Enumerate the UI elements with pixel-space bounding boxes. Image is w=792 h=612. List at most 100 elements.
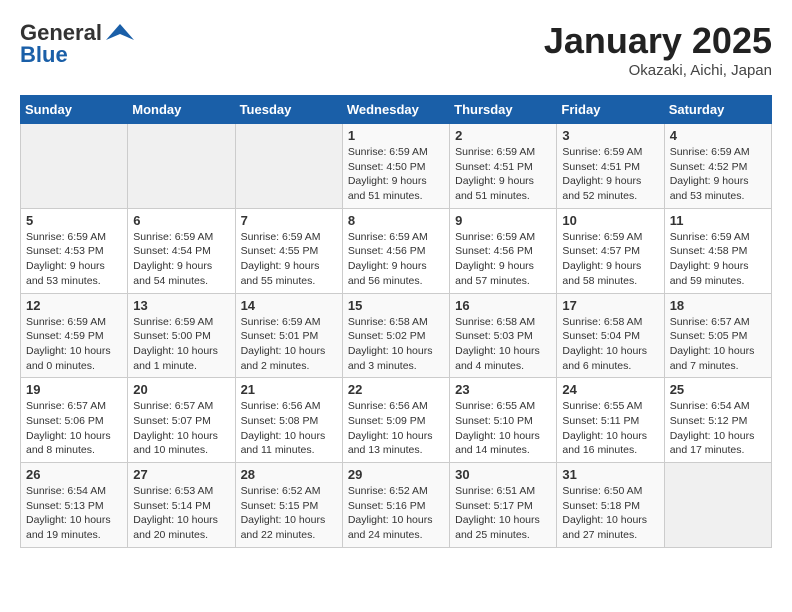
day-number: 31 xyxy=(562,467,658,482)
calendar-cell: 13 Sunrise: 6:59 AM Sunset: 5:00 PM Dayli… xyxy=(128,293,235,378)
day-number: 7 xyxy=(241,213,337,228)
day-number: 18 xyxy=(670,298,766,313)
day-number: 11 xyxy=(670,213,766,228)
week-row-4: 19Sunrise: 6:57 AM Sunset: 5:06 PM Dayli… xyxy=(21,378,772,463)
calendar-cell: 7 Sunrise: 6:59 AM Sunset: 4:55 PM Daylig… xyxy=(235,208,342,293)
calendar-cell: 6 Sunrise: 6:59 AM Sunset: 4:54 PM Daylig… xyxy=(128,208,235,293)
week-row-3: 12Sunrise: 6:59 AM Sunset: 4:59 PM Dayli… xyxy=(21,293,772,378)
day-number: 3 xyxy=(562,128,658,143)
calendar-cell xyxy=(128,124,235,209)
calendar-cell xyxy=(664,463,771,548)
calendar-cell: 28 Sunrise: 6:52 AM Sunset: 5:15 PM Dayli… xyxy=(235,463,342,548)
day-number: 15 xyxy=(348,298,444,313)
calendar-cell: 30Sunrise: 6:51 AM Sunset: 5:17 PM Dayli… xyxy=(450,463,557,548)
day-number: 26 xyxy=(26,467,122,482)
day-number: 30 xyxy=(455,467,551,482)
day-info: Sunrise: 6:59 AM Sunset: 4:55 PM Dayligh… xyxy=(241,230,337,289)
title-area: January 2025 Okazaki, Aichi, Japan xyxy=(544,20,772,79)
calendar-cell: 24 Sunrise: 6:55 AM Sunset: 5:11 PM Dayli… xyxy=(557,378,664,463)
day-info: Sunrise: 6:59 AM Sunset: 5:00 PM Dayligh… xyxy=(133,315,229,374)
week-row-5: 26 Sunrise: 6:54 AM Sunset: 5:13 PM Dayli… xyxy=(21,463,772,548)
calendar-cell xyxy=(235,124,342,209)
day-number: 6 xyxy=(133,213,229,228)
week-row-1: 1 Sunrise: 6:59 AM Sunset: 4:50 PM Daylig… xyxy=(21,124,772,209)
day-info: Sunrise: 6:59 AM Sunset: 4:57 PM Dayligh… xyxy=(562,230,658,289)
calendar-cell: 3 Sunrise: 6:59 AM Sunset: 4:51 PM Daylig… xyxy=(557,124,664,209)
day-number: 14 xyxy=(241,298,337,313)
calendar-cell: 1 Sunrise: 6:59 AM Sunset: 4:50 PM Daylig… xyxy=(342,124,449,209)
day-number: 4 xyxy=(670,128,766,143)
day-info: Sunrise: 6:57 AM Sunset: 5:07 PM Dayligh… xyxy=(133,399,229,458)
header-day-sunday: Sunday xyxy=(21,96,128,124)
calendar-cell: 27 Sunrise: 6:53 AM Sunset: 5:14 PM Dayli… xyxy=(128,463,235,548)
calendar-cell: 12Sunrise: 6:59 AM Sunset: 4:59 PM Dayli… xyxy=(21,293,128,378)
calendar-table: SundayMondayTuesdayWednesdayThursdayFrid… xyxy=(20,95,772,548)
calendar-cell: 9 Sunrise: 6:59 AM Sunset: 4:56 PM Daylig… xyxy=(450,208,557,293)
calendar-cell: 25Sunrise: 6:54 AM Sunset: 5:12 PM Dayli… xyxy=(664,378,771,463)
calendar-cell: 16 Sunrise: 6:58 AM Sunset: 5:03 PM Dayli… xyxy=(450,293,557,378)
day-number: 9 xyxy=(455,213,551,228)
day-info: Sunrise: 6:59 AM Sunset: 4:54 PM Dayligh… xyxy=(133,230,229,289)
day-number: 19 xyxy=(26,382,122,397)
calendar-cell: 26 Sunrise: 6:54 AM Sunset: 5:13 PM Dayli… xyxy=(21,463,128,548)
logo-bird-icon xyxy=(104,22,136,44)
page-header: General Blue January 2025 Okazaki, Aichi… xyxy=(20,20,772,79)
day-number: 27 xyxy=(133,467,229,482)
week-row-2: 5 Sunrise: 6:59 AM Sunset: 4:53 PM Daylig… xyxy=(21,208,772,293)
calendar-cell: 29 Sunrise: 6:52 AM Sunset: 5:16 PM Dayli… xyxy=(342,463,449,548)
day-number: 21 xyxy=(241,382,337,397)
day-number: 24 xyxy=(562,382,658,397)
day-info: Sunrise: 6:56 AM Sunset: 5:08 PM Dayligh… xyxy=(241,399,337,458)
day-info: Sunrise: 6:59 AM Sunset: 4:56 PM Dayligh… xyxy=(455,230,551,289)
day-number: 5 xyxy=(26,213,122,228)
calendar-cell: 10Sunrise: 6:59 AM Sunset: 4:57 PM Dayli… xyxy=(557,208,664,293)
day-info: Sunrise: 6:54 AM Sunset: 5:12 PM Dayligh… xyxy=(670,399,766,458)
day-number: 8 xyxy=(348,213,444,228)
day-info: Sunrise: 6:57 AM Sunset: 5:05 PM Dayligh… xyxy=(670,315,766,374)
logo: General Blue xyxy=(20,20,136,68)
calendar-cell: 21 Sunrise: 6:56 AM Sunset: 5:08 PM Dayli… xyxy=(235,378,342,463)
day-number: 13 xyxy=(133,298,229,313)
day-info: Sunrise: 6:59 AM Sunset: 5:01 PM Dayligh… xyxy=(241,315,337,374)
day-info: Sunrise: 6:52 AM Sunset: 5:16 PM Dayligh… xyxy=(348,484,444,543)
header-day-thursday: Thursday xyxy=(450,96,557,124)
day-info: Sunrise: 6:59 AM Sunset: 4:56 PM Dayligh… xyxy=(348,230,444,289)
calendar-cell: 11 Sunrise: 6:59 AM Sunset: 4:58 PM Dayli… xyxy=(664,208,771,293)
header-day-wednesday: Wednesday xyxy=(342,96,449,124)
day-info: Sunrise: 6:59 AM Sunset: 4:53 PM Dayligh… xyxy=(26,230,122,289)
header-day-tuesday: Tuesday xyxy=(235,96,342,124)
day-number: 28 xyxy=(241,467,337,482)
calendar-cell: 19Sunrise: 6:57 AM Sunset: 5:06 PM Dayli… xyxy=(21,378,128,463)
day-number: 2 xyxy=(455,128,551,143)
calendar-cell: 14 Sunrise: 6:59 AM Sunset: 5:01 PM Dayli… xyxy=(235,293,342,378)
day-info: Sunrise: 6:59 AM Sunset: 4:51 PM Dayligh… xyxy=(562,145,658,204)
day-info: Sunrise: 6:52 AM Sunset: 5:15 PM Dayligh… xyxy=(241,484,337,543)
day-info: Sunrise: 6:58 AM Sunset: 5:03 PM Dayligh… xyxy=(455,315,551,374)
day-number: 20 xyxy=(133,382,229,397)
day-info: Sunrise: 6:50 AM Sunset: 5:18 PM Dayligh… xyxy=(562,484,658,543)
day-info: Sunrise: 6:58 AM Sunset: 5:02 PM Dayligh… xyxy=(348,315,444,374)
header-day-friday: Friday xyxy=(557,96,664,124)
day-info: Sunrise: 6:55 AM Sunset: 5:11 PM Dayligh… xyxy=(562,399,658,458)
calendar-cell: 4Sunrise: 6:59 AM Sunset: 4:52 PM Daylig… xyxy=(664,124,771,209)
calendar-cell xyxy=(21,124,128,209)
logo-blue-text: Blue xyxy=(20,42,68,68)
location-text: Okazaki, Aichi, Japan xyxy=(544,62,772,79)
day-number: 29 xyxy=(348,467,444,482)
calendar-cell: 31 Sunrise: 6:50 AM Sunset: 5:18 PM Dayli… xyxy=(557,463,664,548)
calendar-cell: 5 Sunrise: 6:59 AM Sunset: 4:53 PM Daylig… xyxy=(21,208,128,293)
day-number: 23 xyxy=(455,382,551,397)
calendar-cell: 23 Sunrise: 6:55 AM Sunset: 5:10 PM Dayli… xyxy=(450,378,557,463)
day-number: 22 xyxy=(348,382,444,397)
day-info: Sunrise: 6:54 AM Sunset: 5:13 PM Dayligh… xyxy=(26,484,122,543)
day-info: Sunrise: 6:53 AM Sunset: 5:14 PM Dayligh… xyxy=(133,484,229,543)
header-day-saturday: Saturday xyxy=(664,96,771,124)
day-info: Sunrise: 6:55 AM Sunset: 5:10 PM Dayligh… xyxy=(455,399,551,458)
day-number: 16 xyxy=(455,298,551,313)
calendar-cell: 8 Sunrise: 6:59 AM Sunset: 4:56 PM Daylig… xyxy=(342,208,449,293)
header-day-monday: Monday xyxy=(128,96,235,124)
day-info: Sunrise: 6:59 AM Sunset: 4:58 PM Dayligh… xyxy=(670,230,766,289)
day-info: Sunrise: 6:59 AM Sunset: 4:50 PM Dayligh… xyxy=(348,145,444,204)
day-number: 1 xyxy=(348,128,444,143)
calendar-cell: 22Sunrise: 6:56 AM Sunset: 5:09 PM Dayli… xyxy=(342,378,449,463)
